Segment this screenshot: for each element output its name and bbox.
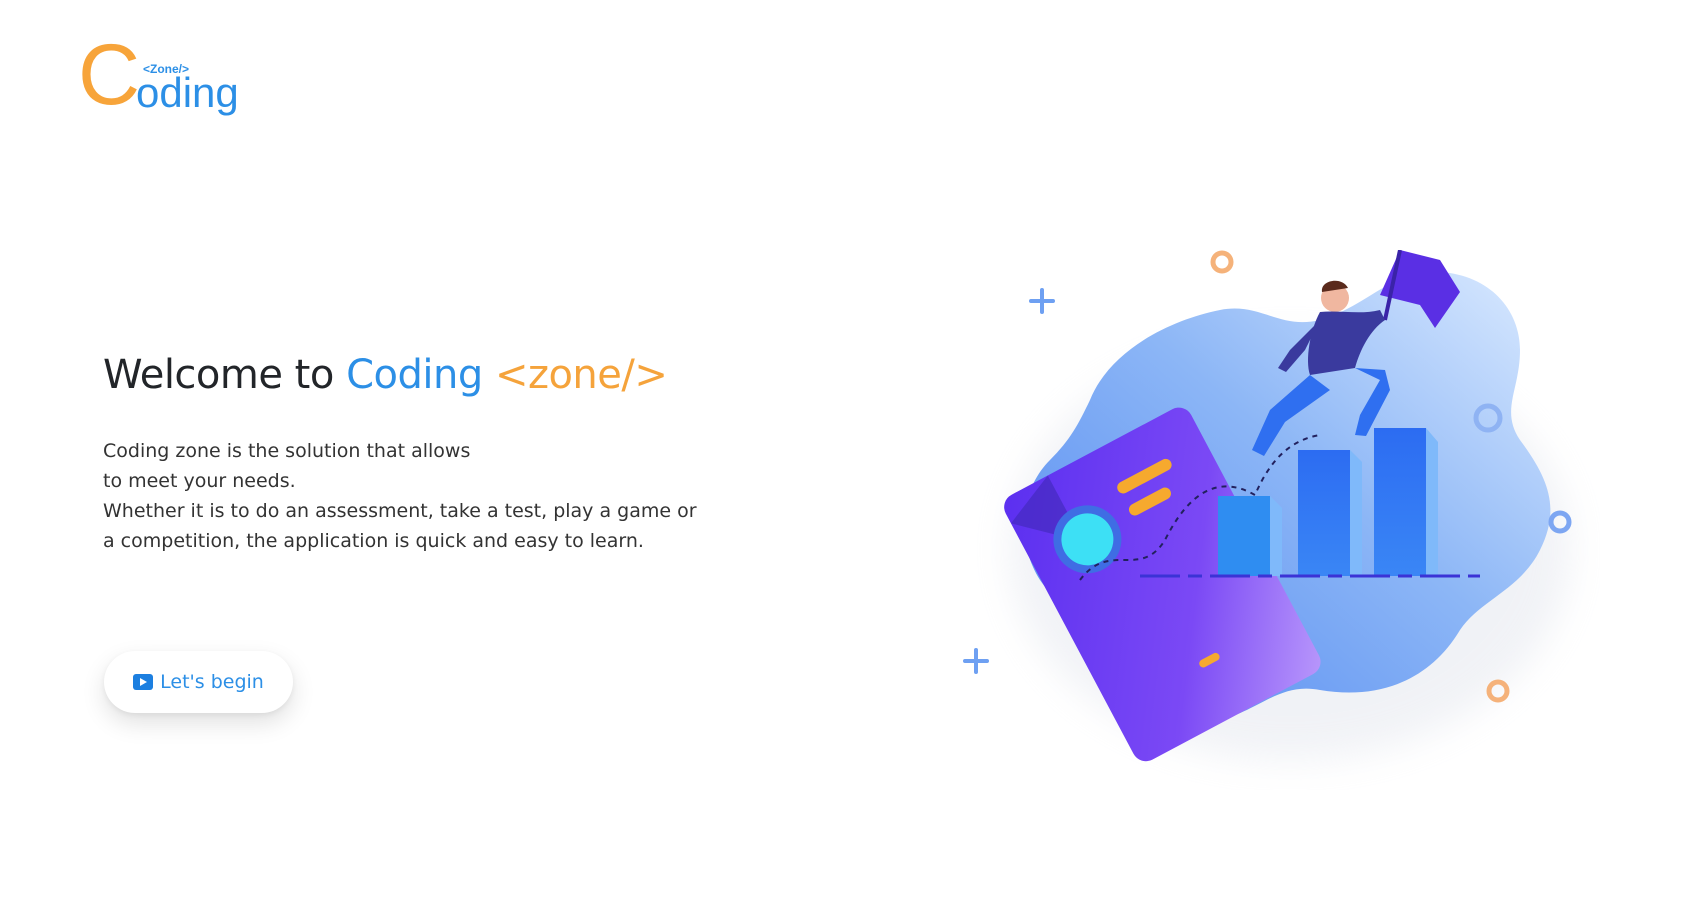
description-line: Whether it is to do an assessment, take … — [103, 500, 697, 522]
landing-page: C <Zone/> oding Welcome to Coding <zone/… — [0, 0, 1695, 902]
lets-begin-label: Let's begin — [160, 671, 264, 693]
lets-begin-button[interactable]: Let's begin — [104, 651, 293, 713]
hero-illustration — [963, 250, 1572, 762]
play-icon — [133, 674, 154, 690]
title-prefix: Welcome to — [103, 352, 347, 398]
description-line: a competition, the application is quick … — [103, 530, 644, 552]
description-line: to meet your needs. — [103, 470, 296, 492]
coding-zone-logo[interactable]: C <Zone/> oding — [78, 32, 258, 128]
decoration-plus-top — [1029, 288, 1055, 314]
title-zone: <zone/> — [494, 352, 668, 398]
decoration-ring-orange — [1210, 250, 1234, 274]
decoration-plus-bottom — [963, 648, 989, 674]
title-coding: Coding — [346, 352, 483, 398]
logo-letter-c: C — [78, 27, 141, 123]
hero-description: Coding zone is the solution that allows … — [103, 436, 763, 556]
logo-wordmark: oding — [136, 69, 239, 116]
page-title: Welcome to Coding <zone/> — [103, 352, 668, 398]
description-line: Coding zone is the solution that allows — [103, 440, 471, 462]
